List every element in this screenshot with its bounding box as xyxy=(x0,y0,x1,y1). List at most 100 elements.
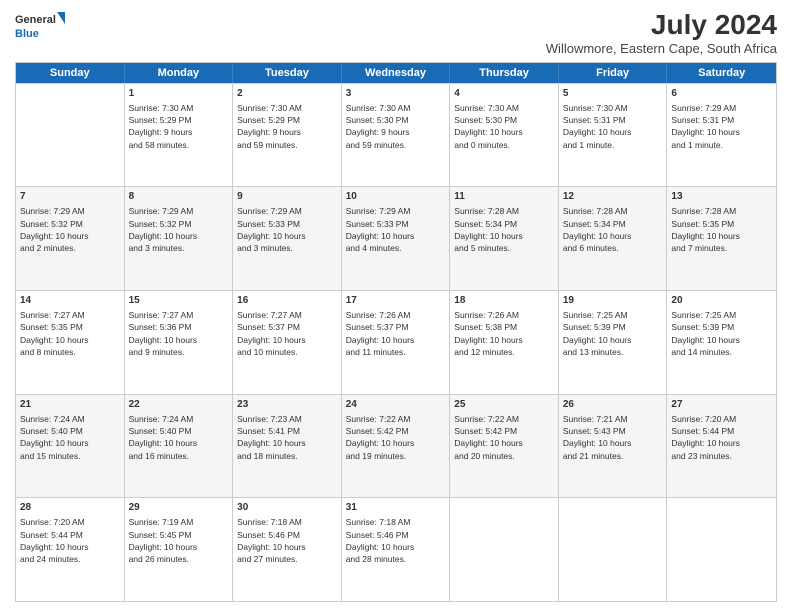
cell-empty-0-0 xyxy=(16,84,125,187)
cell-day-15: 15Sunrise: 7:27 AMSunset: 5:36 PMDayligh… xyxy=(125,291,234,394)
header-day-friday: Friday xyxy=(559,63,668,83)
day-info: Sunrise: 7:19 AMSunset: 5:45 PMDaylight:… xyxy=(129,516,229,565)
day-number: 21 xyxy=(20,398,120,412)
cell-empty-4-4 xyxy=(450,498,559,601)
header-day-wednesday: Wednesday xyxy=(342,63,451,83)
header-day-sunday: Sunday xyxy=(16,63,125,83)
day-number: 25 xyxy=(454,398,554,412)
day-number: 6 xyxy=(671,87,772,101)
day-number: 7 xyxy=(20,190,120,204)
day-info: Sunrise: 7:27 AMSunset: 5:36 PMDaylight:… xyxy=(129,309,229,358)
day-info: Sunrise: 7:21 AMSunset: 5:43 PMDaylight:… xyxy=(563,413,663,462)
cell-day-23: 23Sunrise: 7:23 AMSunset: 5:41 PMDayligh… xyxy=(233,395,342,498)
day-info: Sunrise: 7:29 AMSunset: 5:33 PMDaylight:… xyxy=(346,205,446,254)
calendar-header-row: SundayMondayTuesdayWednesdayThursdayFrid… xyxy=(16,63,776,83)
cell-day-21: 21Sunrise: 7:24 AMSunset: 5:40 PMDayligh… xyxy=(16,395,125,498)
day-number: 20 xyxy=(671,294,772,308)
calendar-body: 1Sunrise: 7:30 AMSunset: 5:29 PMDaylight… xyxy=(16,83,776,601)
cell-day-22: 22Sunrise: 7:24 AMSunset: 5:40 PMDayligh… xyxy=(125,395,234,498)
day-number: 28 xyxy=(20,501,120,515)
cell-day-20: 20Sunrise: 7:25 AMSunset: 5:39 PMDayligh… xyxy=(667,291,776,394)
day-info: Sunrise: 7:18 AMSunset: 5:46 PMDaylight:… xyxy=(237,516,337,565)
day-info: Sunrise: 7:30 AMSunset: 5:30 PMDaylight:… xyxy=(454,102,554,151)
header-day-saturday: Saturday xyxy=(667,63,776,83)
cell-day-25: 25Sunrise: 7:22 AMSunset: 5:42 PMDayligh… xyxy=(450,395,559,498)
cell-day-16: 16Sunrise: 7:27 AMSunset: 5:37 PMDayligh… xyxy=(233,291,342,394)
cell-day-8: 8Sunrise: 7:29 AMSunset: 5:32 PMDaylight… xyxy=(125,187,234,290)
cell-day-28: 28Sunrise: 7:20 AMSunset: 5:44 PMDayligh… xyxy=(16,498,125,601)
cell-day-1: 1Sunrise: 7:30 AMSunset: 5:29 PMDaylight… xyxy=(125,84,234,187)
cell-day-12: 12Sunrise: 7:28 AMSunset: 5:34 PMDayligh… xyxy=(559,187,668,290)
cell-day-6: 6Sunrise: 7:29 AMSunset: 5:31 PMDaylight… xyxy=(667,84,776,187)
day-info: Sunrise: 7:26 AMSunset: 5:38 PMDaylight:… xyxy=(454,309,554,358)
header-day-monday: Monday xyxy=(125,63,234,83)
cal-row-1: 1Sunrise: 7:30 AMSunset: 5:29 PMDaylight… xyxy=(16,83,776,187)
day-number: 9 xyxy=(237,190,337,204)
day-info: Sunrise: 7:29 AMSunset: 5:31 PMDaylight:… xyxy=(671,102,772,151)
header-day-thursday: Thursday xyxy=(450,63,559,83)
day-number: 17 xyxy=(346,294,446,308)
day-number: 16 xyxy=(237,294,337,308)
day-number: 5 xyxy=(563,87,663,101)
header: General Blue July 2024 Willowmore, Easte… xyxy=(15,10,777,56)
day-info: Sunrise: 7:30 AMSunset: 5:30 PMDaylight:… xyxy=(346,102,446,151)
day-number: 30 xyxy=(237,501,337,515)
day-number: 24 xyxy=(346,398,446,412)
cell-day-4: 4Sunrise: 7:30 AMSunset: 5:30 PMDaylight… xyxy=(450,84,559,187)
day-info: Sunrise: 7:28 AMSunset: 5:34 PMDaylight:… xyxy=(563,205,663,254)
day-number: 8 xyxy=(129,190,229,204)
day-number: 22 xyxy=(129,398,229,412)
day-info: Sunrise: 7:28 AMSunset: 5:35 PMDaylight:… xyxy=(671,205,772,254)
svg-text:Blue: Blue xyxy=(15,28,39,40)
day-info: Sunrise: 7:18 AMSunset: 5:46 PMDaylight:… xyxy=(346,516,446,565)
cell-day-3: 3Sunrise: 7:30 AMSunset: 5:30 PMDaylight… xyxy=(342,84,451,187)
day-info: Sunrise: 7:22 AMSunset: 5:42 PMDaylight:… xyxy=(454,413,554,462)
day-info: Sunrise: 7:23 AMSunset: 5:41 PMDaylight:… xyxy=(237,413,337,462)
cell-day-26: 26Sunrise: 7:21 AMSunset: 5:43 PMDayligh… xyxy=(559,395,668,498)
page: General Blue July 2024 Willowmore, Easte… xyxy=(0,0,792,612)
title-block: July 2024 Willowmore, Eastern Cape, Sout… xyxy=(546,10,777,56)
day-info: Sunrise: 7:30 AMSunset: 5:29 PMDaylight:… xyxy=(129,102,229,151)
day-number: 2 xyxy=(237,87,337,101)
cell-day-14: 14Sunrise: 7:27 AMSunset: 5:35 PMDayligh… xyxy=(16,291,125,394)
day-info: Sunrise: 7:25 AMSunset: 5:39 PMDaylight:… xyxy=(563,309,663,358)
day-number: 19 xyxy=(563,294,663,308)
cell-day-7: 7Sunrise: 7:29 AMSunset: 5:32 PMDaylight… xyxy=(16,187,125,290)
cell-day-19: 19Sunrise: 7:25 AMSunset: 5:39 PMDayligh… xyxy=(559,291,668,394)
cell-empty-4-5 xyxy=(559,498,668,601)
day-number: 18 xyxy=(454,294,554,308)
cell-day-18: 18Sunrise: 7:26 AMSunset: 5:38 PMDayligh… xyxy=(450,291,559,394)
cell-day-27: 27Sunrise: 7:20 AMSunset: 5:44 PMDayligh… xyxy=(667,395,776,498)
cell-day-9: 9Sunrise: 7:29 AMSunset: 5:33 PMDaylight… xyxy=(233,187,342,290)
logo: General Blue xyxy=(15,10,65,42)
location-subtitle: Willowmore, Eastern Cape, South Africa xyxy=(546,41,777,56)
cell-empty-4-6 xyxy=(667,498,776,601)
day-number: 4 xyxy=(454,87,554,101)
day-info: Sunrise: 7:20 AMSunset: 5:44 PMDaylight:… xyxy=(671,413,772,462)
day-info: Sunrise: 7:27 AMSunset: 5:35 PMDaylight:… xyxy=(20,309,120,358)
day-number: 3 xyxy=(346,87,446,101)
day-number: 13 xyxy=(671,190,772,204)
day-number: 31 xyxy=(346,501,446,515)
logo-svg: General Blue xyxy=(15,10,65,42)
day-info: Sunrise: 7:27 AMSunset: 5:37 PMDaylight:… xyxy=(237,309,337,358)
cell-day-17: 17Sunrise: 7:26 AMSunset: 5:37 PMDayligh… xyxy=(342,291,451,394)
cell-day-5: 5Sunrise: 7:30 AMSunset: 5:31 PMDaylight… xyxy=(559,84,668,187)
cell-day-29: 29Sunrise: 7:19 AMSunset: 5:45 PMDayligh… xyxy=(125,498,234,601)
day-info: Sunrise: 7:30 AMSunset: 5:31 PMDaylight:… xyxy=(563,102,663,151)
day-info: Sunrise: 7:25 AMSunset: 5:39 PMDaylight:… xyxy=(671,309,772,358)
day-number: 23 xyxy=(237,398,337,412)
cell-day-31: 31Sunrise: 7:18 AMSunset: 5:46 PMDayligh… xyxy=(342,498,451,601)
day-info: Sunrise: 7:29 AMSunset: 5:32 PMDaylight:… xyxy=(129,205,229,254)
day-number: 14 xyxy=(20,294,120,308)
cal-row-3: 14Sunrise: 7:27 AMSunset: 5:35 PMDayligh… xyxy=(16,290,776,394)
day-number: 29 xyxy=(129,501,229,515)
month-year-title: July 2024 xyxy=(546,10,777,41)
cell-day-13: 13Sunrise: 7:28 AMSunset: 5:35 PMDayligh… xyxy=(667,187,776,290)
cal-row-5: 28Sunrise: 7:20 AMSunset: 5:44 PMDayligh… xyxy=(16,497,776,601)
day-number: 12 xyxy=(563,190,663,204)
day-number: 11 xyxy=(454,190,554,204)
day-number: 15 xyxy=(129,294,229,308)
header-day-tuesday: Tuesday xyxy=(233,63,342,83)
cell-day-30: 30Sunrise: 7:18 AMSunset: 5:46 PMDayligh… xyxy=(233,498,342,601)
